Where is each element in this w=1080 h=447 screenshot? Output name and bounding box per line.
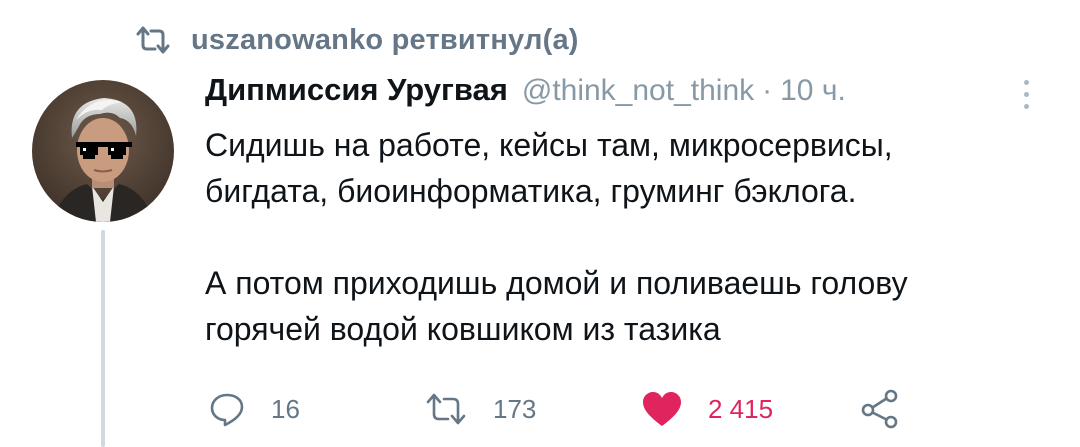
tweet-text-line: Сидишь на работе, кейсы там, микросервис… (205, 127, 893, 163)
like-count: 2 415 (708, 393, 774, 424)
retweet-icon (426, 393, 466, 425)
reply-button[interactable]: 16 (209, 388, 300, 430)
share-icon (861, 389, 898, 429)
avatar[interactable] (32, 80, 174, 222)
tweet-text-line: горячей водой ковшиком из тазика (205, 311, 721, 347)
reply-icon (210, 393, 244, 427)
like-button[interactable]: 2 415 (642, 388, 773, 430)
avatar-image (32, 80, 174, 222)
tweet-content: Дипмиссия Уругвая @think_not_think · 10 … (205, 72, 1035, 352)
heart-icon (643, 392, 681, 426)
retweet-button[interactable]: 173 (425, 388, 536, 430)
author-handle[interactable]: @think_not_think (522, 74, 754, 108)
retweet-header: uszanowanko ретвитнул(а) (135, 20, 579, 60)
tweet-meta: Дипмиссия Уругвая @think_not_think · 10 … (205, 72, 1035, 116)
tweet[interactable]: uszanowanko ретвитнул(а) Дипмиссия Уругв… (0, 0, 1080, 447)
meta-separator: · (762, 74, 773, 107)
tweet-text-line: бигдата, биоинформатика, груминг бэклога… (205, 173, 857, 209)
retweet-icon (136, 26, 170, 54)
retweet-count: 173 (493, 393, 537, 424)
retweeter-label[interactable]: uszanowanko ретвитнул(а) (191, 24, 579, 57)
tweet-actions: 16 173 2 415 (205, 388, 925, 430)
reply-count: 16 (271, 393, 300, 424)
more-options-icon[interactable] (1020, 80, 1032, 112)
share-button[interactable] (860, 388, 900, 430)
tweet-timestamp[interactable]: 10 ч. (780, 74, 846, 108)
tweet-text: Сидишь на работе, кейсы там, микросервис… (205, 122, 1035, 352)
thread-line (101, 230, 105, 447)
author-name[interactable]: Дипмиссия Уругвая (205, 72, 508, 108)
tweet-text-line: А потом приходишь домой и поливаешь голо… (205, 265, 908, 301)
